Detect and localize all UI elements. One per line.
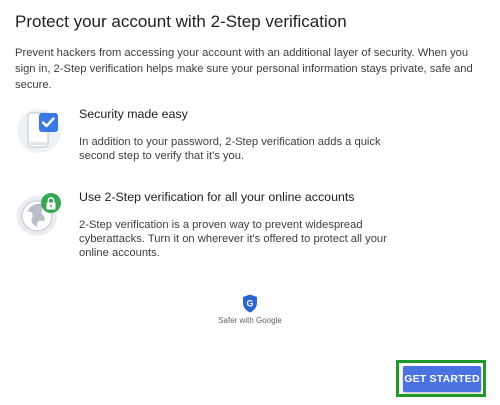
safer-with-google-badge: G Safer with Google <box>200 294 300 325</box>
feature-description: 2-Step verification is a proven way to p… <box>79 219 387 259</box>
shield-letter: G <box>246 299 253 309</box>
google-shield-icon: G <box>243 294 257 313</box>
safer-with-google-text: Safer with Google <box>200 316 300 325</box>
two-step-promo-page: Protect your account with 2-Step verific… <box>0 0 500 405</box>
feature-security-easy: Security made easy In addition to your p… <box>17 107 477 167</box>
feature-heading: Use 2-Step verification for all your onl… <box>79 190 355 204</box>
phone-check-icon <box>17 109 61 153</box>
feature-heading: Security made easy <box>79 107 188 121</box>
google-wordmark: Google <box>256 316 282 325</box>
feature-description: In addition to your password, 2-Step ver… <box>79 136 381 162</box>
intro-text: Prevent hackers from accessing your acco… <box>15 47 473 91</box>
page-title: Protect your account with 2-Step verific… <box>15 12 347 31</box>
get-started-button[interactable]: GET STARTED <box>403 366 481 392</box>
safer-prefix: Safer with <box>218 316 256 325</box>
globe-lock-icon <box>17 193 61 236</box>
feature-all-accounts: Use 2-Step verification for all your onl… <box>17 190 477 270</box>
